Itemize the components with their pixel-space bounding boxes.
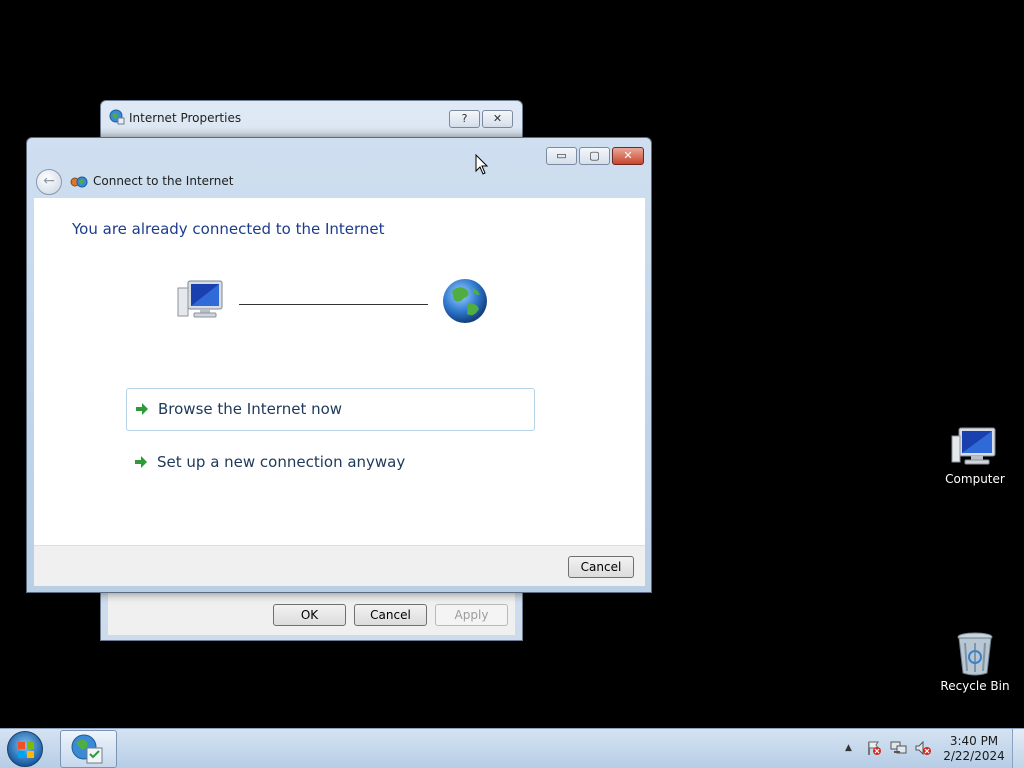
start-button[interactable] — [7, 731, 43, 767]
connect-to-internet-window: ▭ ▢ ✕ ← Connect to the Internet You are … — [26, 137, 652, 593]
green-arrow-icon — [136, 403, 148, 415]
new-connection-link[interactable]: Set up a new connection anyway — [126, 442, 535, 485]
computer-icon — [177, 280, 223, 318]
clock-date: 2/22/2024 — [943, 749, 1005, 763]
help-button[interactable]: ? — [449, 110, 480, 128]
window-title: Internet Properties — [129, 111, 242, 125]
green-arrow-icon — [135, 456, 147, 468]
new-connection-label: Set up a new connection anyway — [157, 453, 406, 471]
action-center-flag-icon[interactable] — [866, 740, 882, 756]
recycle-bin-icon — [957, 632, 993, 676]
close-button[interactable]: ✕ — [612, 147, 644, 165]
maximize-button[interactable]: ▢ — [579, 147, 610, 165]
volume-muted-icon[interactable] — [914, 740, 932, 756]
computer-icon — [951, 427, 996, 465]
cancel-button[interactable]: Cancel — [568, 556, 634, 578]
browse-internet-label: Browse the Internet now — [158, 400, 343, 418]
show-desktop-button[interactable] — [1012, 729, 1024, 768]
taskbar: ▲ 3:40 PM 2/22/2024 — [0, 728, 1024, 768]
system-clock[interactable]: 3:40 PM 2/22/2024 — [942, 734, 1006, 764]
desktop-icon-computer[interactable]: Computer — [937, 426, 1013, 486]
dialog-button-bar: OK Cancel Apply — [108, 591, 515, 635]
ok-button[interactable]: OK — [273, 604, 346, 626]
network-icon[interactable] — [890, 740, 908, 756]
back-button[interactable]: ← — [36, 169, 62, 195]
minimize-button[interactable]: ▭ — [546, 147, 577, 165]
page-heading: You are already connected to the Interne… — [72, 220, 385, 238]
desktop-icon-label: Recycle Bin — [940, 679, 1010, 693]
network-globe-icon — [70, 176, 88, 188]
mouse-cursor-icon — [475, 154, 489, 175]
browse-internet-link[interactable]: Browse the Internet now — [126, 388, 535, 431]
desktop-icon-recycle-bin[interactable]: Recycle Bin — [937, 631, 1013, 693]
wizard-footer: Cancel — [34, 545, 645, 586]
clock-time: 3:40 PM — [949, 734, 999, 748]
internet-options-icon — [71, 734, 103, 764]
close-button[interactable]: ✕ — [482, 110, 513, 128]
globe-icon — [443, 279, 487, 323]
internet-options-icon — [109, 109, 125, 125]
desktop-icon-label: Computer — [945, 472, 1005, 486]
apply-button[interactable]: Apply — [435, 604, 508, 626]
connection-line — [239, 304, 428, 305]
wizard-title: Connect to the Internet — [93, 174, 234, 188]
show-hidden-icons-button[interactable]: ▲ — [845, 743, 852, 753]
taskbar-internet-options-button[interactable] — [60, 730, 117, 768]
windows-logo-icon — [18, 742, 34, 758]
wizard-content: You are already connected to the Interne… — [34, 198, 645, 586]
cancel-button[interactable]: Cancel — [354, 604, 427, 626]
